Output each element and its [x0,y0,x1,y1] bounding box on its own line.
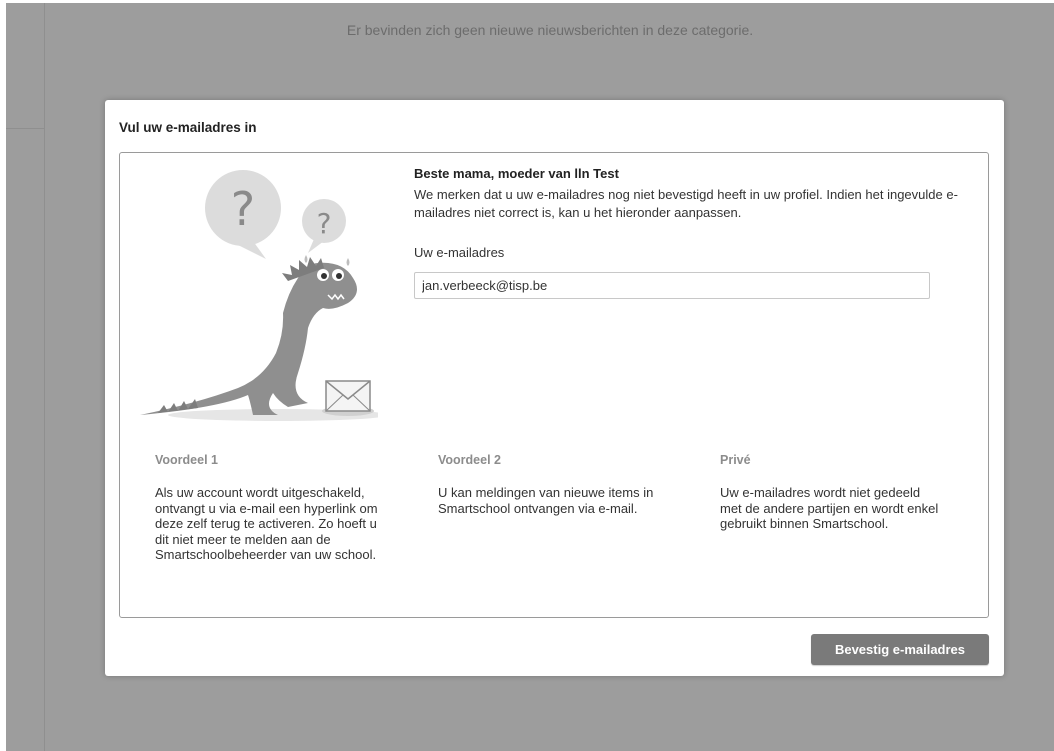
intro-text: We merken dat u uw e-mailadres nog niet … [414,187,958,220]
question-mark-bubble-icon: ? [205,170,281,259]
benefit-title: Voordeel 1 [155,453,218,467]
email-modal: Vul uw e-mailadres in ? ? Beste mama, mo… [105,100,1004,676]
email-field[interactable] [414,272,930,299]
email-field-label: Uw e-mailadres [414,245,505,260]
benefit-title: Privé [720,453,751,467]
confirm-email-button[interactable]: Bevestig e-mailadres [811,634,989,665]
benefit-2: Voordeel 2 U kan meldingen van nieuwe it… [438,453,663,516]
small-question-bubble-icon: ? [302,199,346,253]
modal-title: Vul uw e-mailadres in [119,120,257,135]
svg-text:?: ? [231,182,255,236]
benefit-title: Voordeel 2 [438,453,501,467]
benefit-text: Uw e-mailadres wordt niet gedeeld met de… [720,485,939,531]
dinosaur-illustration: ? ? [140,170,378,421]
modal-content-box: ? ? Beste mama, moeder van lln Test We m… [119,152,989,618]
benefit-1: Voordeel 1 Als uw account wordt uitgesch… [155,453,380,563]
benefit-text: U kan meldingen van nieuwe items in Smar… [438,485,654,516]
svg-text:?: ? [317,207,332,240]
greeting-heading: Beste mama, moeder van lln Test [414,166,619,181]
benefit-text: Als uw account wordt uitgeschakeld, ontv… [155,485,378,562]
envelope-icon [322,380,374,416]
benefit-privacy: Privé Uw e-mailadres wordt niet gedeeld … [720,453,945,532]
